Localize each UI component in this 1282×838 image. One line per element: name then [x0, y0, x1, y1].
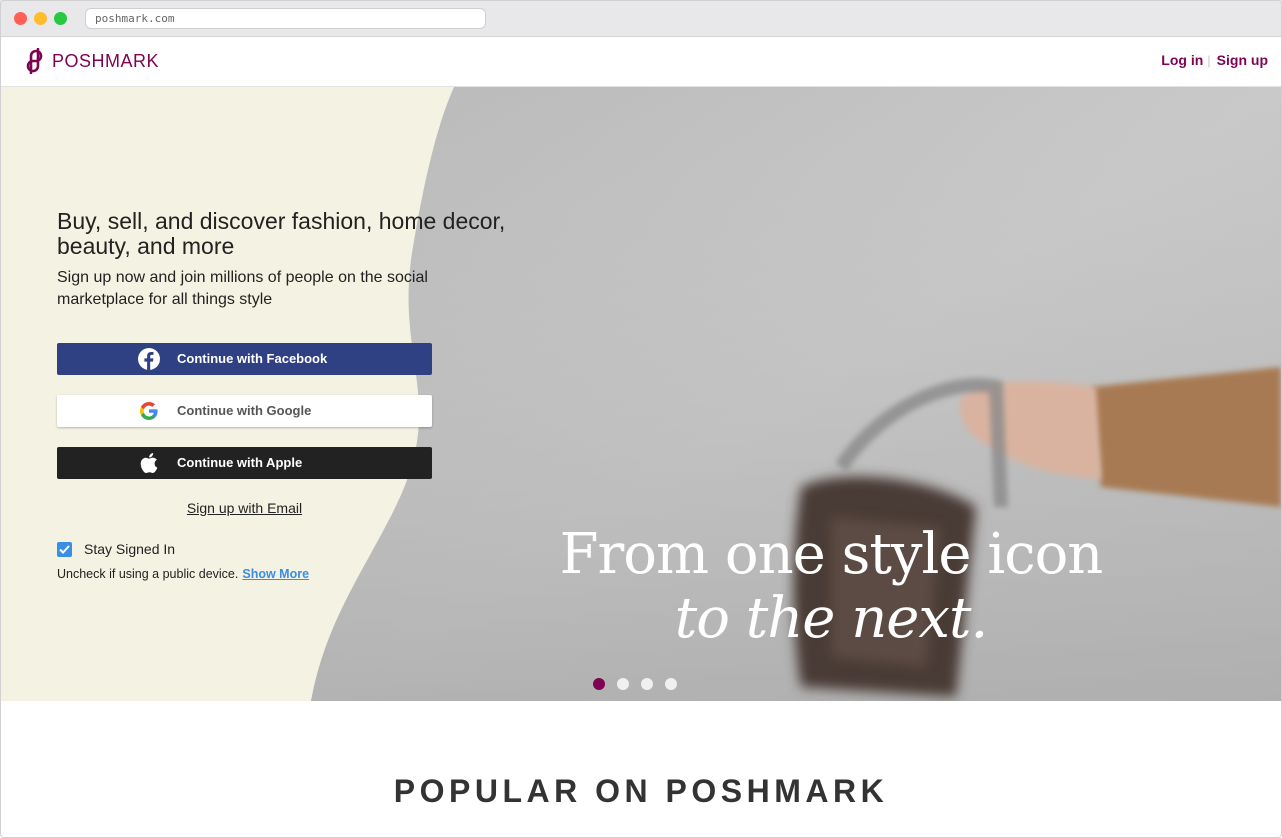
- google-icon: [138, 400, 160, 422]
- continue-with-google-button[interactable]: Continue with Google: [57, 395, 432, 427]
- header-nav: Log in | Sign up: [1161, 52, 1268, 68]
- carousel-dot[interactable]: [593, 678, 605, 690]
- tagline-line-1: From one style icon: [559, 522, 1104, 587]
- nav-separator: |: [1207, 52, 1211, 68]
- window-close-button[interactable]: [14, 12, 27, 25]
- carousel-dot[interactable]: [617, 678, 629, 690]
- hero-section: Buy, sell, and discover fashion, home de…: [1, 87, 1281, 701]
- window-zoom-button[interactable]: [54, 12, 67, 25]
- carousel-dots: [593, 678, 689, 690]
- continue-with-facebook-button[interactable]: Continue with Facebook: [57, 343, 432, 375]
- brand-wordmark: POSHMARK: [52, 50, 160, 71]
- popular-section-title: POPULAR ON POSHMARK: [393, 773, 889, 809]
- address-bar[interactable]: poshmark.com: [85, 8, 486, 29]
- facebook-icon: [138, 348, 160, 370]
- window-minimize-button[interactable]: [34, 12, 47, 25]
- signup-link[interactable]: Sign up: [1217, 52, 1268, 68]
- tagline-line-2: to the next.: [674, 586, 989, 651]
- apple-button-label: Continue with Apple: [177, 455, 303, 470]
- hero-copy: Buy, sell, and discover fashion, home de…: [57, 209, 537, 311]
- poshmark-logo[interactable]: POSHMARK: [24, 48, 159, 74]
- carousel-dot[interactable]: [665, 678, 677, 690]
- stay-signed-in-label: Stay Signed In: [84, 541, 176, 557]
- login-link[interactable]: Log in: [1161, 52, 1203, 68]
- public-device-note: Uncheck if using a public device. Show Mo…: [57, 567, 309, 581]
- stay-signed-in-checkbox[interactable]: [57, 541, 72, 557]
- hero-tagline: From one style icon to the next.: [555, 523, 1107, 651]
- site-header: POSHMARK Log in | Sign up: [0, 37, 1282, 87]
- hero-headline: Buy, sell, and discover fashion, home de…: [57, 208, 506, 259]
- carousel-dot[interactable]: [641, 678, 653, 690]
- google-button-label: Continue with Google: [177, 403, 312, 418]
- signup-with-email-link[interactable]: Sign up with Email: [57, 500, 432, 516]
- browser-chrome: poshmark.com: [0, 0, 1282, 37]
- show-more-link[interactable]: Show More: [242, 567, 309, 581]
- facebook-button-label: Continue with Facebook: [177, 351, 328, 366]
- apple-icon: [138, 452, 160, 474]
- stay-signed-in-row: Stay Signed In: [57, 541, 175, 557]
- continue-with-apple-button[interactable]: Continue with Apple: [57, 447, 432, 479]
- public-device-text: Uncheck if using a public device.: [57, 567, 239, 581]
- poshmark-logo-icon: [26, 48, 43, 74]
- hero-subhead: Sign up now and join millions of people …: [57, 269, 428, 308]
- checkmark-icon: [59, 544, 70, 554]
